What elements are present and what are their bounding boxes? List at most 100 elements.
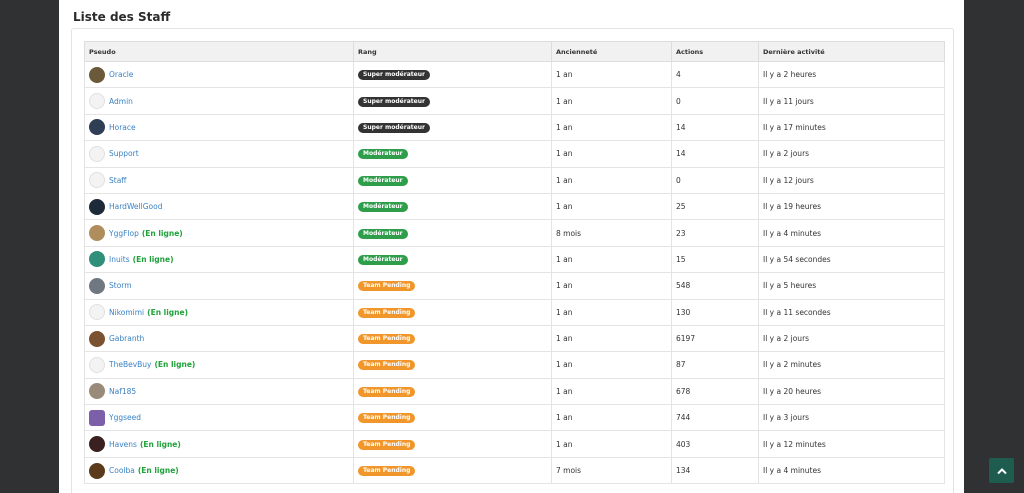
username-link[interactable]: Admin	[109, 97, 133, 106]
table-row: Horace Super modérateur 1 an 14 Il y a 17 mi…	[84, 113, 945, 142]
seniority-cell: 1 an	[551, 324, 672, 353]
pseudo-cell: TheBevBuy (En ligne)	[84, 351, 354, 379]
table-row: Havens (En ligne) Team Pending 1 an 403 Il y …	[84, 430, 945, 458]
username-link[interactable]: Horace	[109, 123, 136, 132]
seniority-cell: 1 an	[551, 404, 672, 432]
pseudo-cell: Yggseed	[84, 404, 354, 432]
rank-badge: Team Pending	[358, 413, 416, 424]
pseudo-cell: Nikomimi (En ligne)	[84, 298, 354, 326]
avatar[interactable]	[89, 251, 105, 268]
last-activity-cell: Il y a 3 jours	[758, 404, 945, 432]
rank-cell: Team Pending	[353, 430, 552, 458]
actions-cell: 25	[671, 192, 759, 221]
seniority-cell: 8 mois	[551, 219, 672, 247]
pseudo-cell: YggFlop (En ligne)	[84, 219, 354, 247]
avatar[interactable]	[89, 119, 105, 136]
pseudo-cell: Horace	[84, 113, 354, 142]
rank-cell: Team Pending	[353, 298, 552, 326]
main-content: Liste des Staff Pseudo Rang Ancienneté A…	[59, 0, 964, 493]
avatar[interactable]	[89, 436, 105, 453]
avatar[interactable]	[89, 225, 105, 242]
last-activity-cell: Il y a 11 secondes	[758, 298, 945, 326]
rank-badge: Modérateur	[358, 228, 408, 239]
rank-cell: Team Pending	[353, 351, 552, 379]
actions-cell: 130	[671, 298, 759, 326]
rank-cell: Modérateur	[353, 192, 552, 221]
seniority-cell: 1 an	[551, 298, 672, 326]
pseudo-cell: Gabranth	[84, 324, 354, 353]
avatar[interactable]	[89, 66, 105, 83]
avatar[interactable]	[89, 356, 105, 373]
column-header-rang[interactable]: Rang	[353, 41, 552, 62]
rank-cell: Team Pending	[353, 404, 552, 432]
actions-cell: 0	[671, 166, 759, 194]
staff-panel: Pseudo Rang Ancienneté Actions Dernière …	[71, 28, 954, 493]
username-link[interactable]: TheBevBuy	[109, 360, 151, 369]
seniority-cell: 1 an	[551, 192, 672, 221]
seniority-cell: 1 an	[551, 166, 672, 194]
avatar[interactable]	[89, 409, 105, 426]
table-row: Yggseed Team Pending 1 an 744 Il y a 3 jours	[84, 404, 945, 432]
username-link[interactable]: Staff	[109, 176, 126, 185]
seniority-cell: 1 an	[551, 351, 672, 379]
back-to-top-button[interactable]	[989, 458, 1014, 483]
avatar[interactable]	[89, 383, 105, 400]
rank-badge: Team Pending	[358, 360, 416, 371]
table-header-row: Pseudo Rang Ancienneté Actions Dernière …	[84, 41, 945, 62]
actions-cell: 14	[671, 140, 759, 168]
rank-cell: Team Pending	[353, 377, 552, 406]
actions-cell: 0	[671, 87, 759, 115]
column-header-pseudo[interactable]: Pseudo	[84, 41, 354, 62]
avatar[interactable]	[89, 198, 105, 215]
pseudo-cell: Coolba (En ligne)	[84, 456, 354, 485]
online-status: (En ligne)	[137, 466, 179, 476]
last-activity-cell: Il y a 54 secondes	[758, 245, 945, 274]
seniority-cell: 1 an	[551, 140, 672, 168]
seniority-cell: 1 an	[551, 430, 672, 458]
rank-cell: Super modérateur	[353, 113, 552, 142]
username-link[interactable]: Storm	[109, 281, 132, 290]
username-link[interactable]: Oracle	[109, 70, 133, 79]
column-header-derniere-activite[interactable]: Dernière activité	[758, 41, 945, 62]
table-row: Inuits (En ligne) Modérateur 1 an 15 Il y a 5…	[84, 245, 945, 274]
avatar[interactable]	[89, 462, 105, 479]
column-header-anciennete[interactable]: Ancienneté	[551, 41, 672, 62]
actions-cell: 678	[671, 377, 759, 406]
rank-badge: Modérateur	[358, 149, 408, 160]
username-link[interactable]: Havens	[109, 440, 137, 449]
last-activity-cell: Il y a 5 heures	[758, 272, 945, 300]
seniority-cell: 1 an	[551, 272, 672, 300]
column-header-actions[interactable]: Actions	[671, 41, 759, 62]
table-row: HardWellGood Modérateur 1 an 25 Il y a 19 he…	[84, 192, 945, 221]
actions-cell: 23	[671, 219, 759, 247]
pseudo-cell: Oracle	[84, 60, 354, 89]
username-link[interactable]: Nikomimi	[109, 308, 144, 317]
rank-badge: Super modérateur	[358, 122, 430, 133]
pseudo-cell: Support	[84, 140, 354, 168]
last-activity-cell: Il y a 2 heures	[758, 60, 945, 89]
username-link[interactable]: HardWellGood	[109, 202, 162, 211]
username-link[interactable]: Inuits	[109, 255, 130, 264]
rank-cell: Team Pending	[353, 272, 552, 300]
rank-badge: Modérateur	[358, 254, 408, 265]
username-link[interactable]: Yggseed	[109, 413, 141, 422]
avatar[interactable]	[89, 304, 105, 321]
username-link[interactable]: Coolba	[109, 466, 135, 475]
rank-cell: Super modérateur	[353, 60, 552, 89]
avatar[interactable]	[89, 145, 105, 162]
table-row: YggFlop (En ligne) Modérateur 8 mois 23 Il y …	[84, 219, 945, 247]
rank-cell: Modérateur	[353, 140, 552, 168]
rank-badge: Team Pending	[358, 386, 416, 397]
avatar[interactable]	[89, 172, 105, 189]
last-activity-cell: Il y a 20 heures	[758, 377, 945, 406]
username-link[interactable]: YggFlop	[109, 229, 139, 238]
username-link[interactable]: Support	[109, 149, 139, 158]
last-activity-cell: Il y a 2 jours	[758, 140, 945, 168]
last-activity-cell: Il y a 11 jours	[758, 87, 945, 115]
username-link[interactable]: Naf185	[109, 387, 136, 396]
avatar[interactable]	[89, 277, 105, 294]
avatar[interactable]	[89, 93, 105, 110]
online-status: (En ligne)	[147, 307, 189, 317]
avatar[interactable]	[89, 330, 105, 347]
username-link[interactable]: Gabranth	[109, 334, 144, 343]
